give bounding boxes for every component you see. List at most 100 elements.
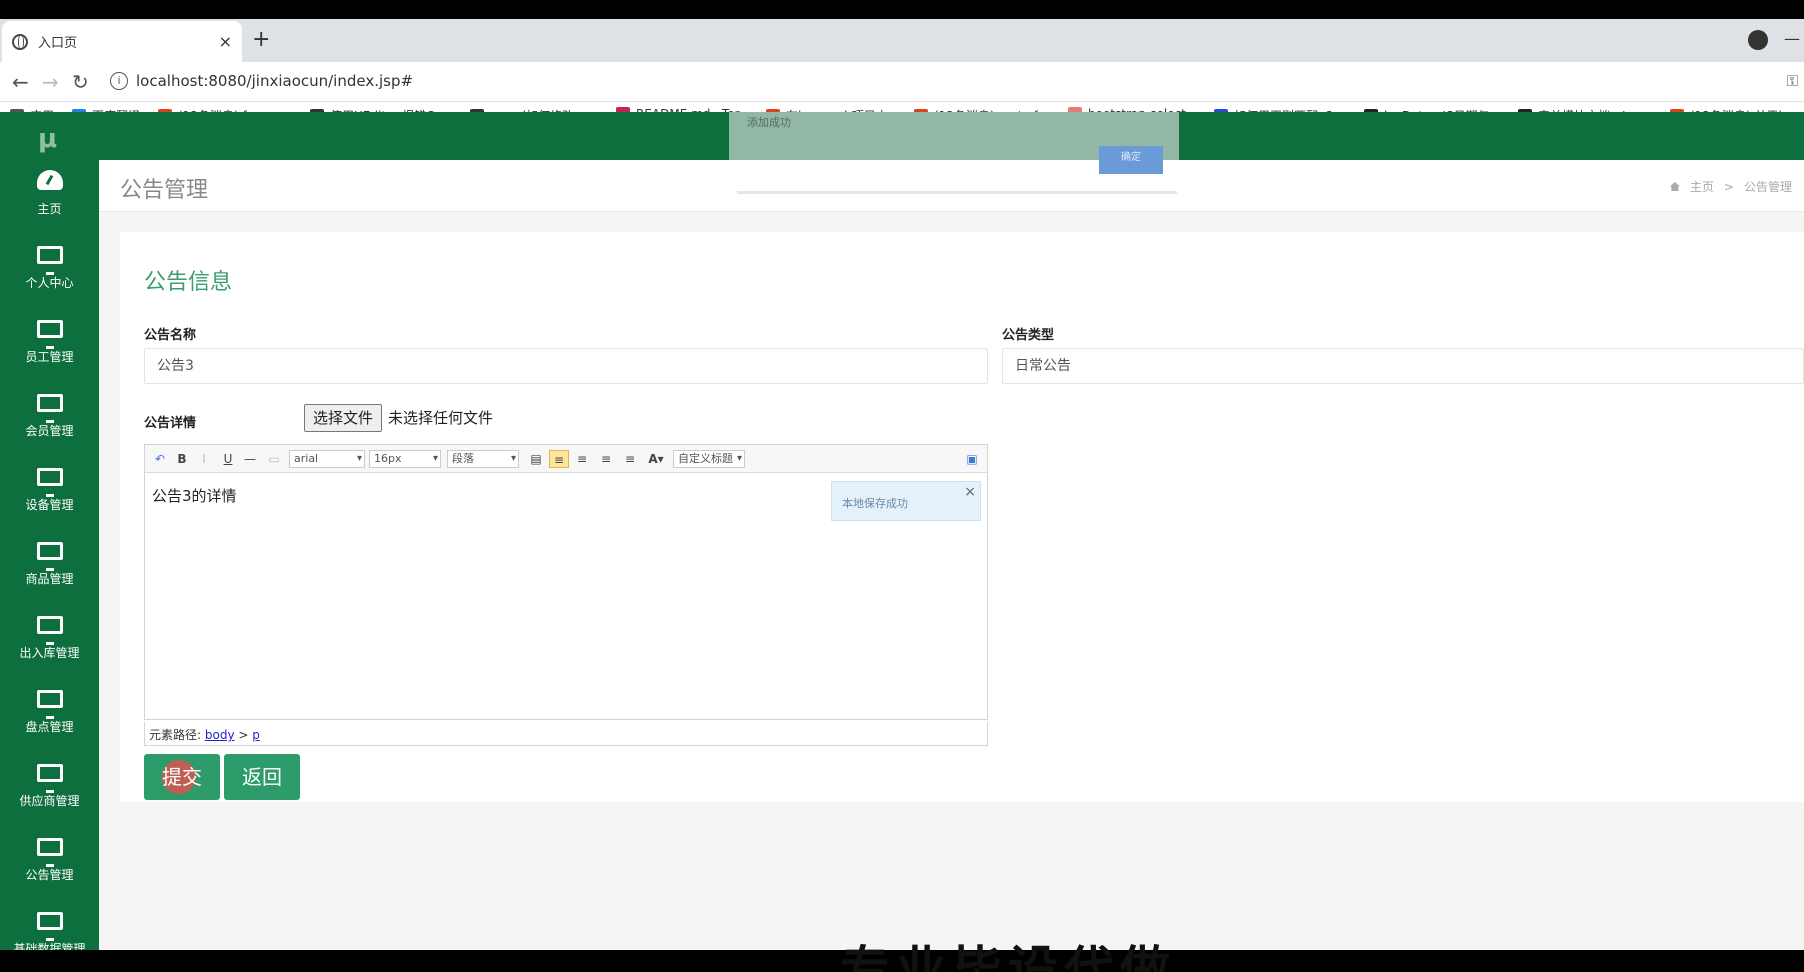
sidebar-item[interactable]: 公告管理 <box>0 826 99 900</box>
sidebar-item-label: 出入库管理 <box>19 646 80 660</box>
monitor-icon <box>36 764 63 793</box>
monitor-icon <box>36 246 63 275</box>
sidebar-item[interactable]: 个人中心 <box>0 234 99 308</box>
browser-account-icon[interactable] <box>1748 30 1768 50</box>
choose-file-button[interactable]: 选择文件 <box>304 404 383 432</box>
type-select[interactable]: 日常公告 <box>1002 348 1804 384</box>
monitor-icon <box>36 838 63 867</box>
format-painter-icon[interactable]: ▭ <box>265 450 283 468</box>
name-input[interactable]: 公告3 <box>144 348 988 384</box>
new-tab-button[interactable]: + <box>252 27 270 52</box>
align-center-icon[interactable]: ≡ <box>573 450 591 468</box>
font-size-select[interactable]: 16px <box>369 450 441 468</box>
globe-icon <box>12 33 28 50</box>
address-bar: ← → ↻ i localhost:8080/jinxiaocun/index.… <box>0 62 1804 102</box>
window-minimize-icon[interactable]: — <box>1784 29 1800 48</box>
back-icon[interactable]: ← <box>12 70 29 94</box>
app: μ 主页 个人中心 员工管理 会员管理 设备管理 商品管理 出入库管理 盘点管理 供应商管理 公告… <box>0 112 1804 950</box>
page-header: 公告管理 主页 > 公告管理 <box>99 160 1804 212</box>
success-dialog-fading: 添加成功 确定 <box>729 112 1179 174</box>
table-icon[interactable]: ▤ <box>527 450 545 468</box>
key-icon[interactable]: ⚿ <box>1787 72 1798 90</box>
screen: 入口页 × + — ← → ↻ i localhost:8080/jinxiao… <box>0 0 1804 972</box>
align-justify-icon[interactable]: ≡ <box>621 450 639 468</box>
sidebar-item[interactable]: 出入库管理 <box>0 604 99 678</box>
file-status: 未选择任何文件 <box>388 409 494 427</box>
sidebar-item-label: 供应商管理 <box>19 794 80 808</box>
sidebar-item[interactable]: 供应商管理 <box>0 752 99 826</box>
undo-icon[interactable]: ↶ <box>151 450 169 468</box>
breadcrumb-home[interactable]: 主页 <box>1690 178 1714 195</box>
monitor-icon <box>36 542 63 571</box>
dialog-shadow-line <box>737 191 1177 194</box>
section-title: 公告信息 <box>144 270 233 295</box>
forward-icon[interactable]: → <box>42 70 59 94</box>
browser-tab[interactable]: 入口页 × <box>2 21 242 62</box>
toast-text: 本地保存成功 <box>842 497 908 510</box>
dialog-ok-button[interactable]: 确定 <box>1099 146 1163 174</box>
monitor-icon <box>36 320 63 349</box>
sidebar-item-label: 公告管理 <box>25 868 74 882</box>
sidebar-item[interactable]: 主页 <box>0 160 99 234</box>
monitor-icon <box>36 394 63 423</box>
sidebar-item-label: 盘点管理 <box>25 720 74 734</box>
back-button[interactable]: 返回 <box>224 754 300 800</box>
form-card: 公告信息 公告名称 公告3 公告类型 日常公告 公告详情 选择文件 未选择任何文… <box>120 232 1804 802</box>
monitor-icon <box>36 468 63 497</box>
submit-button[interactable]: 提交 <box>144 754 220 800</box>
submit-label: 提交 <box>162 765 202 789</box>
path-body-link[interactable]: body <box>205 728 235 742</box>
sidebar-item[interactable]: 盘点管理 <box>0 678 99 752</box>
sidebar-item-label: 商品管理 <box>25 572 74 586</box>
tab-close-icon[interactable]: × <box>219 32 232 51</box>
element-path-bar: 元素路径: body > p <box>144 722 988 746</box>
type-label: 公告类型 <box>1002 328 1055 343</box>
editor-toolbar: ↶ B I U — ▭ arial 16px 段落 ▤ ≡ ≡ ≡ ≡ <box>145 445 987 473</box>
breadcrumb: 主页 > 公告管理 <box>1669 178 1792 195</box>
tab-title: 入口页 <box>38 36 78 51</box>
editor-content[interactable]: 公告3的详情 <box>152 485 237 506</box>
path-separator: > <box>238 728 249 742</box>
dialog-text: 添加成功 <box>747 116 791 129</box>
monitor-icon <box>36 690 63 719</box>
toast-close-icon[interactable]: × <box>964 484 976 500</box>
bold-icon[interactable]: B <box>173 450 191 468</box>
watermark-overlay-text: 专业毕设代做 <box>840 941 1176 972</box>
element-path-label: 元素路径: <box>149 728 202 742</box>
sidebar-item-label: 设备管理 <box>25 498 74 512</box>
page-title: 公告管理 <box>120 178 209 203</box>
sidebar-item[interactable]: 员工管理 <box>0 308 99 382</box>
breadcrumb-separator: > <box>1723 179 1734 194</box>
sidebar-item[interactable]: 会员管理 <box>0 382 99 456</box>
sidebar-item-label: 员工管理 <box>25 350 74 364</box>
horizontal-rule-icon[interactable]: — <box>241 450 259 468</box>
fullscreen-icon[interactable]: ▣ <box>963 450 981 468</box>
rich-text-editor[interactable]: ↶ B I U — ▭ arial 16px 段落 ▤ ≡ ≡ ≡ ≡ <box>144 444 988 720</box>
sidebar: μ 主页个人中心员工管理会员管理设备管理商品管理出入库管理盘点管理供应商管理公告… <box>0 112 99 950</box>
name-label: 公告名称 <box>144 328 197 343</box>
custom-title-select[interactable]: 自定义标题 <box>673 450 745 468</box>
sidebar-item[interactable]: 设备管理 <box>0 456 99 530</box>
sidebar-item[interactable]: 基础数据管理 <box>0 900 99 950</box>
url-field[interactable]: localhost:8080/jinxiaocun/index.jsp# <box>136 72 413 90</box>
reload-icon[interactable]: ↻ <box>72 70 89 94</box>
paragraph-select[interactable]: 段落 <box>447 450 519 468</box>
align-left-icon[interactable]: ≡ <box>549 450 569 468</box>
monitor-icon <box>36 616 63 645</box>
path-p-link[interactable]: p <box>252 728 260 742</box>
font-color-icon[interactable]: A▾ <box>645 450 667 468</box>
underline-icon[interactable]: U <box>219 450 237 468</box>
font-family-select[interactable]: arial <box>289 450 365 468</box>
save-toast: 本地保存成功 × <box>831 481 981 521</box>
sidebar-item-label: 主页 <box>37 202 62 216</box>
site-info-icon[interactable]: i <box>110 72 128 90</box>
app-logo: μ <box>38 124 58 154</box>
sidebar-item-label: 会员管理 <box>25 424 74 438</box>
dashboard-icon <box>36 170 63 190</box>
breadcrumb-current: 公告管理 <box>1743 180 1792 194</box>
main-content: 公告管理 主页 > 公告管理 公告信息 公告名称 公告3 公告类型 日常公告 公… <box>99 160 1804 950</box>
italic-icon[interactable]: I <box>195 450 213 468</box>
align-right-icon[interactable]: ≡ <box>597 450 615 468</box>
browser-tabbar: 入口页 × + — <box>0 19 1804 62</box>
sidebar-item[interactable]: 商品管理 <box>0 530 99 604</box>
